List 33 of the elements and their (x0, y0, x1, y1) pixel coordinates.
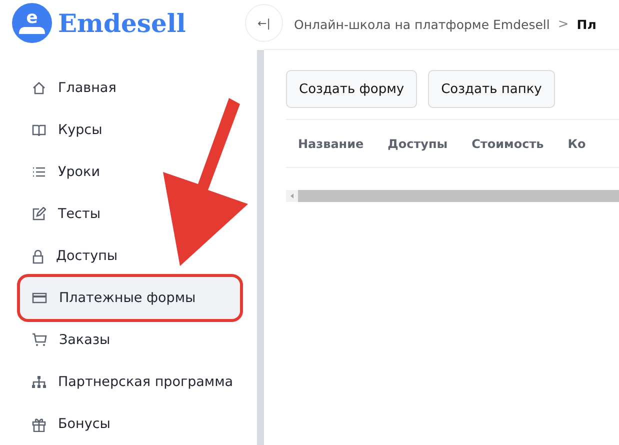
create-button[interactable]: Создать форму (286, 70, 418, 108)
horizontal-scrollbar[interactable] (286, 190, 619, 202)
column-header: Доступы (388, 137, 448, 151)
card-icon (32, 292, 47, 304)
list-icon (32, 167, 46, 177)
sidebar-scrollbar[interactable] (257, 50, 264, 445)
column-header: Название (298, 137, 364, 151)
hierarchy-icon (32, 376, 46, 388)
sidebar-item[interactable]: Доступы (20, 235, 240, 277)
logo-text: Emdesell (58, 8, 186, 38)
sidebar-item[interactable]: Бонусы (20, 403, 240, 445)
home-icon (32, 81, 46, 95)
create-button[interactable]: Создать папку (428, 70, 555, 108)
sidebar-item[interactable]: Уроки (20, 151, 240, 193)
lock-icon (32, 248, 44, 264)
breadcrumb-link[interactable]: Пл (576, 17, 596, 32)
breadcrumb-separator: > (558, 17, 569, 32)
sidebar-item[interactable]: Главная (20, 67, 240, 109)
scroll-left-icon[interactable] (286, 190, 298, 202)
gift-icon (32, 416, 46, 432)
sidebar-item[interactable]: Заказы (20, 319, 240, 361)
sidebar-item[interactable]: Платежные формы (20, 277, 240, 319)
edit-icon (32, 207, 46, 221)
sidebar-item[interactable]: Курсы (20, 109, 240, 151)
breadcrumb-link[interactable]: Онлайн-школа на платформе Emdesell (294, 17, 550, 32)
logo-icon: e (12, 3, 52, 43)
column-header: Ко (568, 137, 586, 151)
book-icon (32, 124, 46, 136)
column-header: Стоимость (472, 137, 544, 151)
collapse-sidebar-button[interactable]: ←| (245, 4, 283, 42)
sidebar-item[interactable]: Тесты (20, 193, 240, 235)
cart-icon (32, 333, 47, 347)
sidebar-item[interactable]: Партнерская программа (20, 361, 240, 403)
